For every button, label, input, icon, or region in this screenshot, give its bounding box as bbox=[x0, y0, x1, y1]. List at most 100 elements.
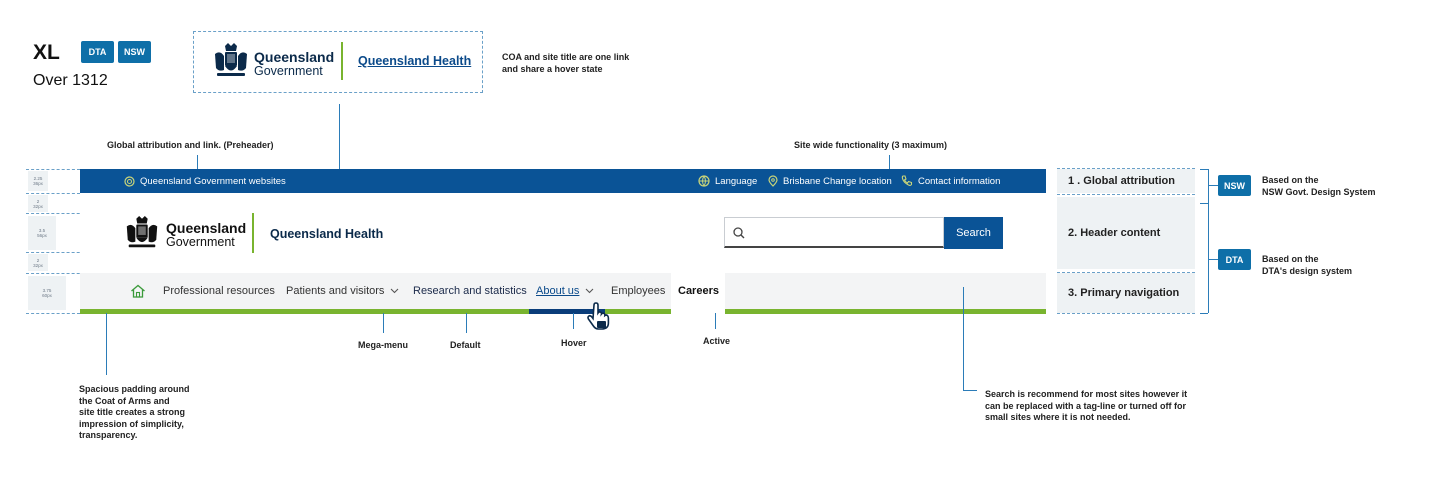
language-link[interactable]: Language bbox=[698, 169, 757, 193]
dta-system-note: Based on the DTA's design system bbox=[1262, 254, 1352, 277]
default-note: Default bbox=[450, 340, 481, 350]
section-primary-navigation: 3. Primary navigation bbox=[1057, 273, 1195, 313]
nsw-system-badge: NSW bbox=[1218, 175, 1251, 196]
global-attribution-connector bbox=[197, 155, 198, 169]
header-logo-line2: Government bbox=[166, 235, 235, 249]
contact-label: Contact information bbox=[918, 175, 1001, 187]
location-pin-icon bbox=[768, 175, 778, 187]
search-connector bbox=[963, 287, 964, 390]
note-line: Based on the bbox=[1262, 254, 1319, 264]
note-line: DTA's design system bbox=[1262, 265, 1352, 276]
primary-navigation: Professional resources Patients and visi… bbox=[80, 273, 1046, 309]
active-note: Active bbox=[703, 336, 731, 346]
search-connector bbox=[963, 390, 977, 391]
note-line: Search is recommend for most sites howev… bbox=[985, 389, 1188, 399]
search-input[interactable] bbox=[724, 217, 944, 248]
nsw-system-note: Based on the NSW Govt. Design System bbox=[1262, 175, 1376, 198]
note-line: small sites where it is not needed. bbox=[985, 412, 1131, 422]
site-wide-connector bbox=[889, 155, 890, 169]
bracket-line bbox=[1200, 169, 1208, 170]
global-attribution-note: Global attribution and link. (Preheader) bbox=[107, 140, 274, 150]
guide-line bbox=[26, 193, 80, 194]
logo-example-box: Queensland Government Queensland Health bbox=[193, 31, 483, 93]
coat-of-arms-small-icon bbox=[124, 175, 135, 187]
nav-item-research-and-statistics[interactable]: Research and statistics bbox=[413, 273, 527, 309]
nav-item-patients-and-visitors[interactable]: Patients and visitors bbox=[286, 273, 399, 309]
nav-item-label: About us bbox=[536, 285, 580, 297]
phone-icon bbox=[901, 175, 913, 186]
spacer-value: 32px bbox=[33, 262, 43, 268]
search-note: Search is recommend for most sites howev… bbox=[985, 389, 1187, 424]
hover-note: Hover bbox=[561, 338, 587, 348]
note-line: transparency. bbox=[79, 430, 138, 440]
spacer-navigation: 3.75 60px bbox=[28, 276, 66, 310]
search-icon bbox=[733, 227, 745, 239]
bracket-line bbox=[1200, 203, 1208, 204]
guide-line bbox=[26, 313, 80, 314]
guide-line bbox=[1057, 272, 1195, 273]
home-link[interactable] bbox=[130, 273, 146, 309]
hand-pointer-icon bbox=[587, 302, 610, 330]
dta-system-badge: DTA bbox=[1218, 249, 1251, 270]
spacer-value: 56px bbox=[37, 233, 47, 238]
spacer-top-padding: 2 32px bbox=[28, 195, 48, 212]
bracket-line bbox=[1208, 169, 1209, 313]
site-wide-note: Site wide functionality (3 maximum) bbox=[794, 140, 948, 150]
nav-item-label: Patients and visitors bbox=[286, 285, 385, 297]
breakpoint-range: Over 1312 bbox=[33, 72, 108, 89]
guide-line bbox=[26, 169, 80, 170]
padding-connector bbox=[106, 313, 107, 375]
header-site-title: Queensland Health bbox=[270, 227, 384, 241]
note-line: Spacious padding around bbox=[79, 384, 190, 394]
language-label: Language bbox=[715, 175, 758, 187]
nav-item-employees[interactable]: Employees bbox=[611, 273, 665, 309]
search-button[interactable]: Search bbox=[944, 217, 1003, 249]
spacer-logo: 3.5 56px bbox=[28, 216, 56, 250]
header-logo-line1: Queensland bbox=[166, 220, 247, 236]
spacer-bottom-padding: 2 32px bbox=[28, 254, 48, 271]
nav-underline-left bbox=[80, 309, 529, 314]
coa-title-note: COA and site title are one link and shar… bbox=[502, 52, 629, 75]
note-line: can be replaced with a tag-line or turne… bbox=[985, 400, 1187, 411]
logo-example-divider bbox=[341, 42, 343, 80]
coat-of-arms-icon bbox=[126, 215, 158, 248]
section-header-content: 2. Header content bbox=[1057, 197, 1195, 269]
note-line: NSW Govt. Design System bbox=[1262, 186, 1376, 197]
nav-item-professional-resources[interactable]: Professional resources bbox=[163, 273, 275, 309]
logo-example-site-title-link[interactable]: Queensland Health bbox=[358, 54, 471, 68]
contact-link[interactable]: Contact information bbox=[901, 169, 1000, 193]
location-link[interactable]: Brisbane Change location bbox=[768, 169, 892, 193]
home-icon bbox=[131, 284, 145, 298]
header-logo-divider bbox=[252, 213, 254, 253]
default-connector bbox=[466, 313, 467, 333]
nav-item-careers[interactable]: Careers bbox=[678, 273, 719, 309]
preheader-attribution-link[interactable]: Queensland Government websites bbox=[124, 169, 286, 193]
header-logo-link[interactable]: Queensland Government Queensland Health bbox=[120, 213, 390, 255]
location-label: Brisbane Change location bbox=[783, 175, 892, 187]
padding-note: Spacious padding around the Coat of Arms… bbox=[79, 384, 190, 442]
guide-line bbox=[1057, 313, 1195, 314]
bracket-line bbox=[1208, 259, 1218, 260]
preheader-attribution-label: Queensland Government websites bbox=[140, 175, 286, 187]
chevron-down-icon bbox=[586, 288, 594, 294]
spacer-value: 36px bbox=[33, 181, 43, 186]
guide-line bbox=[1057, 168, 1195, 169]
hover-connector bbox=[573, 313, 574, 329]
note-line: impression of simplicity, bbox=[79, 418, 184, 429]
logo-example-line2: Government bbox=[254, 64, 323, 78]
breakpoint-size: XL bbox=[33, 41, 60, 64]
nav-underline-middle bbox=[605, 309, 671, 314]
mega-menu-connector bbox=[383, 313, 384, 333]
note-line: COA and site title are one link bbox=[502, 52, 630, 62]
spacer-value: 32px bbox=[33, 203, 43, 209]
active-connector bbox=[715, 313, 716, 329]
bracket-line bbox=[1200, 313, 1208, 314]
coat-of-arms-icon bbox=[215, 43, 247, 76]
globe-icon bbox=[698, 175, 710, 187]
dta-badge: DTA bbox=[81, 41, 114, 63]
chevron-down-icon bbox=[391, 288, 399, 294]
note-line: site title creates a strong bbox=[79, 407, 186, 417]
header: Queensland Government Queensland Health … bbox=[80, 193, 1046, 273]
nav-underline-right bbox=[725, 309, 1046, 314]
spacer-value: 60px bbox=[42, 293, 52, 298]
